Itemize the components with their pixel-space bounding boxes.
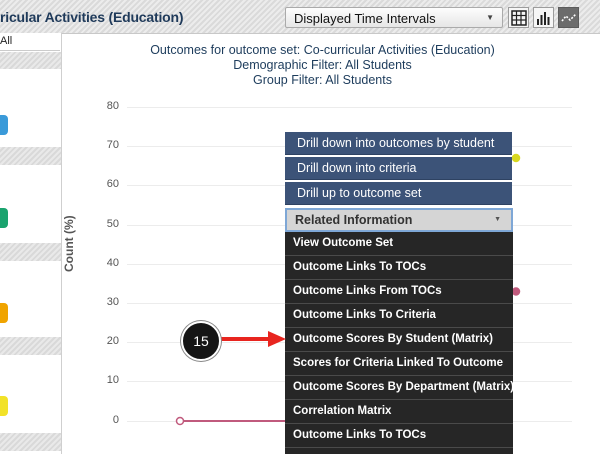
annotation-layer — [217, 331, 286, 347]
step-number-badge: 15 — [181, 321, 221, 361]
callout-arrow-head — [268, 331, 286, 347]
